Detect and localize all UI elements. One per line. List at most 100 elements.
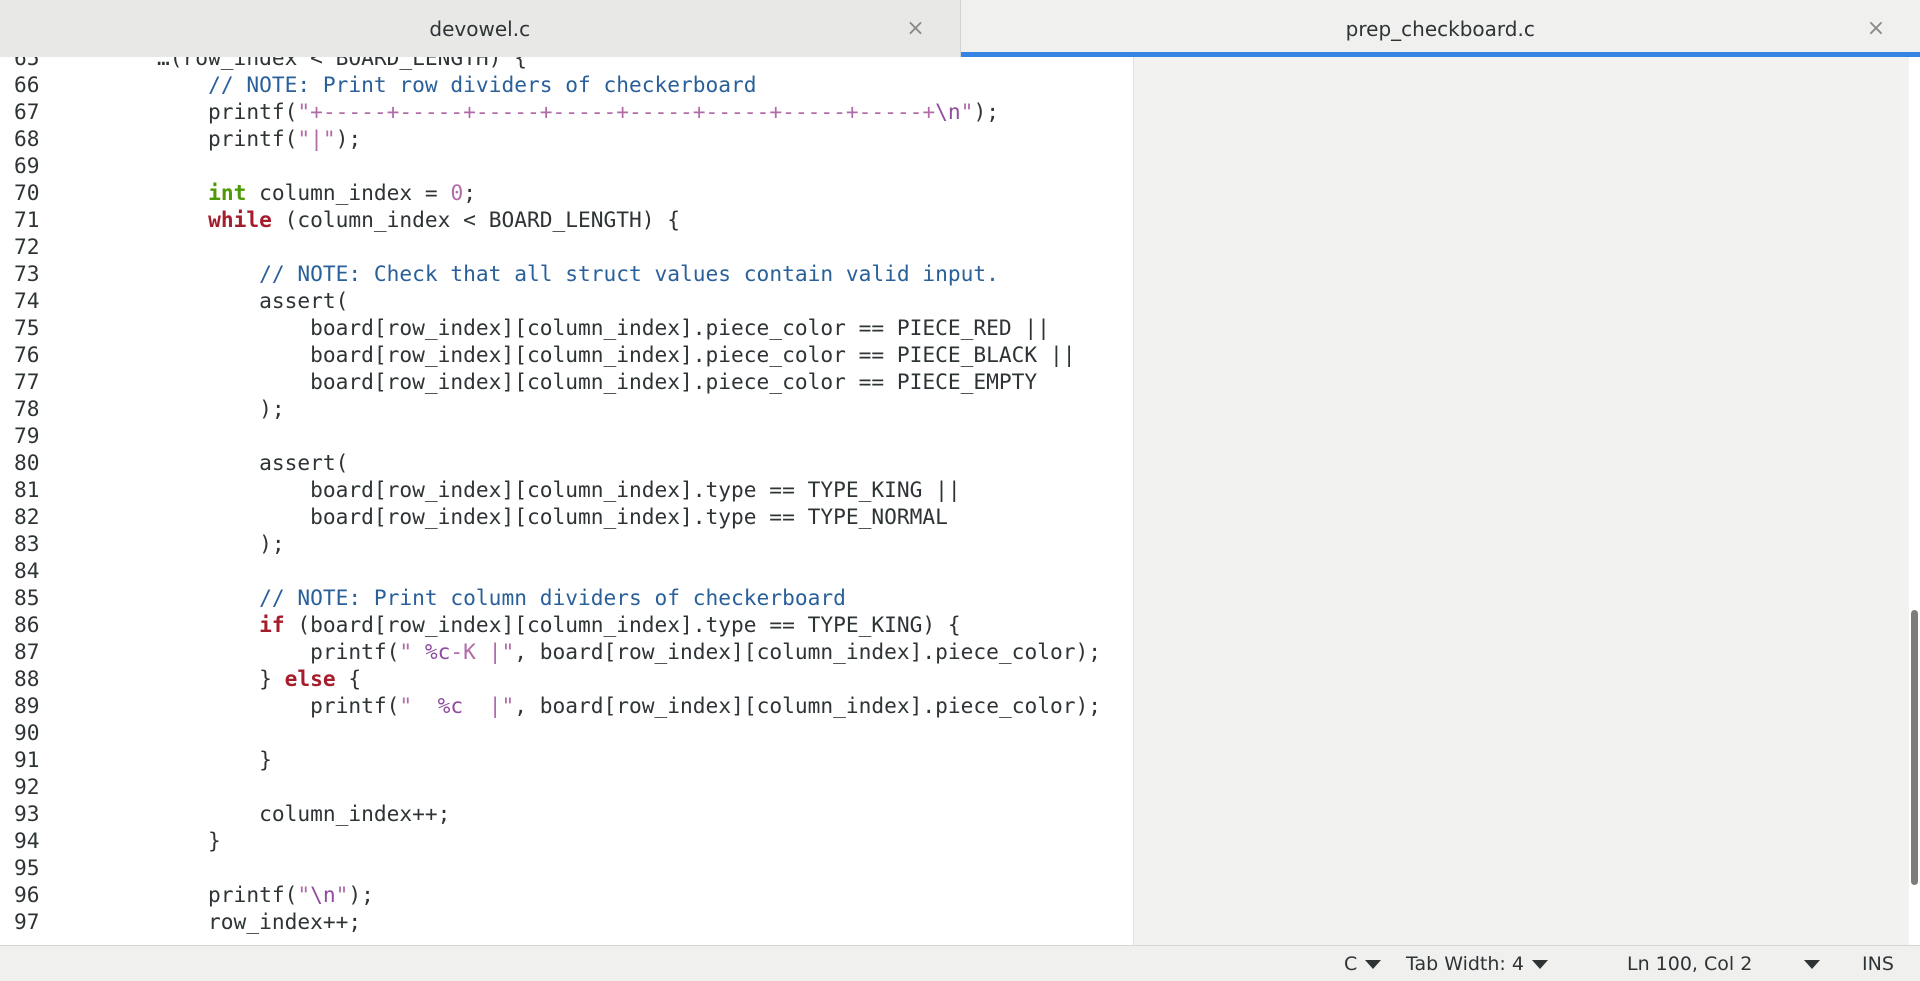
close-icon[interactable]: ×	[902, 14, 930, 42]
code-line[interactable]: 86 if (board[row_index][column_index].ty…	[0, 611, 1133, 638]
code-line[interactable]: 79	[0, 422, 1133, 449]
line-number: 84	[14, 558, 40, 583]
code-line[interactable]: 66 // NOTE: Print row dividers of checke…	[0, 71, 1133, 98]
code-line[interactable]: 97 row_index++;	[0, 908, 1133, 935]
code-line[interactable]: 76 board[row_index][column_index].piece_…	[0, 341, 1133, 368]
code-line[interactable]: 81 board[row_index][column_index].type =…	[0, 476, 1133, 503]
code-line[interactable]: 67 printf("+-----+-----+-----+-----+----…	[0, 98, 1133, 125]
code-token: board[row_index][column_index].piece_col…	[106, 342, 1076, 367]
line-text: board[row_index][column_index].type == T…	[106, 503, 948, 530]
code-line[interactable]: 96 printf("\n");	[0, 881, 1133, 908]
code-line[interactable]: 89 printf(" %c |", board[row_index][colu…	[0, 692, 1133, 719]
code-token: "	[297, 882, 311, 907]
code-line[interactable]: 84	[0, 557, 1133, 584]
code-line[interactable]: 70 int column_index = 0;	[0, 179, 1133, 206]
line-number: 91	[14, 747, 40, 772]
close-icon[interactable]: ×	[1862, 14, 1890, 42]
code-line[interactable]: 83 );	[0, 530, 1133, 557]
code-token: |"	[463, 693, 515, 718]
line-text: row_index++;	[106, 908, 361, 935]
line-number: 69	[14, 153, 40, 178]
tab-width-selector[interactable]: Tab Width: 4	[1406, 946, 1548, 981]
scrollbar-thumb[interactable]	[1911, 610, 1918, 885]
line-text: printf("+-----+-----+-----+-----+-----+-…	[106, 98, 999, 125]
code-token: …(row_index < BOARD_LENGTH) {	[106, 57, 527, 70]
line-text: board[row_index][column_index].type == T…	[106, 476, 961, 503]
vertical-scrollbar[interactable]	[1908, 57, 1920, 945]
code-token: printf(	[106, 693, 400, 718]
line-number: 79	[14, 423, 40, 448]
line-number: 97	[14, 909, 40, 934]
line-text: board[row_index][column_index].piece_col…	[106, 314, 1050, 341]
line-number: 85	[14, 585, 40, 610]
code-token: printf(	[106, 882, 298, 907]
code-token: "|"	[297, 126, 336, 151]
code-line[interactable]: 77 board[row_index][column_index].piece_…	[0, 368, 1133, 395]
code-line[interactable]: 93 column_index++;	[0, 800, 1133, 827]
code-line[interactable]: 73 // NOTE: Check that all struct values…	[0, 260, 1133, 287]
code-line[interactable]: 94 }	[0, 827, 1133, 854]
code-token: }	[106, 828, 221, 853]
code-token: assert(	[106, 450, 349, 475]
code-token: -K |"	[450, 639, 515, 664]
line-number: 80	[14, 450, 40, 475]
code-token: if	[259, 612, 285, 637]
code-token: 0	[450, 180, 464, 205]
code-view[interactable]: 65 …(row_index < BOARD_LENGTH) {66 // NO…	[0, 57, 1133, 935]
code-token: );	[973, 99, 999, 124]
code-line[interactable]: 72	[0, 233, 1133, 260]
line-text: // NOTE: Print row dividers of checkerbo…	[106, 71, 757, 98]
code-line[interactable]: 69	[0, 152, 1133, 179]
line-number: 95	[14, 855, 40, 880]
line-text: printf("\n");	[106, 881, 374, 908]
code-token: board[row_index][column_index].type == T…	[106, 477, 961, 502]
code-line[interactable]: 90	[0, 719, 1133, 746]
line-text: printf(" %c |", board[row_index][column_…	[106, 692, 1101, 719]
line-number: 89	[14, 693, 40, 718]
code-line[interactable]: 95	[0, 854, 1133, 881]
code-line[interactable]: 74 assert(	[0, 287, 1133, 314]
code-line[interactable]: 88 } else {	[0, 665, 1133, 692]
code-editor[interactable]: 65 …(row_index < BOARD_LENGTH) {66 // NO…	[0, 57, 1920, 945]
code-token: board[row_index][column_index].type == T…	[106, 504, 948, 529]
line-number: 82	[14, 504, 40, 529]
code-line[interactable]: 65 …(row_index < BOARD_LENGTH) {	[0, 57, 1133, 71]
tab-devowel[interactable]: devowel.c ×	[0, 0, 961, 57]
code-line[interactable]: 85 // NOTE: Print column dividers of che…	[0, 584, 1133, 611]
line-text: if (board[row_index][column_index].type …	[106, 611, 961, 638]
line-number: 77	[14, 369, 40, 394]
code-token: %c	[424, 639, 451, 664]
code-line[interactable]: 92	[0, 773, 1133, 800]
code-token: );	[348, 882, 374, 907]
code-line[interactable]: 71 while (column_index < BOARD_LENGTH) {	[0, 206, 1133, 233]
tab-prep-checkboard[interactable]: prep_checkboard.c ×	[960, 0, 1920, 57]
line-text: // NOTE: Check that all struct values co…	[106, 260, 999, 287]
insert-mode-indicator[interactable]: INS	[1862, 946, 1894, 981]
code-line[interactable]: 91 }	[0, 746, 1133, 773]
code-line[interactable]: 80 assert(	[0, 449, 1133, 476]
code-token: int	[208, 180, 247, 205]
code-token: printf(	[106, 99, 298, 124]
code-line[interactable]: 68 printf("|");	[0, 125, 1133, 152]
language-selector[interactable]: C	[1344, 946, 1382, 981]
code-line[interactable]: 87 printf(" %c-K |", board[row_index][co…	[0, 638, 1133, 665]
line-text: );	[106, 530, 285, 557]
cursor-position-selector[interactable]: Ln 100, Col 2	[1627, 946, 1821, 981]
line-number: 68	[14, 126, 40, 151]
tab-bar: devowel.c × prep_checkboard.c ×	[0, 0, 1920, 58]
line-text: } else {	[106, 665, 361, 692]
code-line[interactable]: 75 board[row_index][column_index].piece_…	[0, 314, 1133, 341]
code-token: // NOTE: Print column dividers of checke…	[259, 585, 846, 610]
code-token: // NOTE: Check that all struct values co…	[259, 261, 999, 286]
code-line[interactable]: 82 board[row_index][column_index].type =…	[0, 503, 1133, 530]
code-line[interactable]: 78 );	[0, 395, 1133, 422]
line-number: 66	[14, 72, 40, 97]
code-token: board[row_index][column_index].piece_col…	[106, 315, 1050, 340]
code-token: , board[row_index][column_index].piece_c…	[514, 693, 1101, 718]
code-token: %c	[437, 693, 464, 718]
code-token: printf(	[106, 639, 400, 664]
